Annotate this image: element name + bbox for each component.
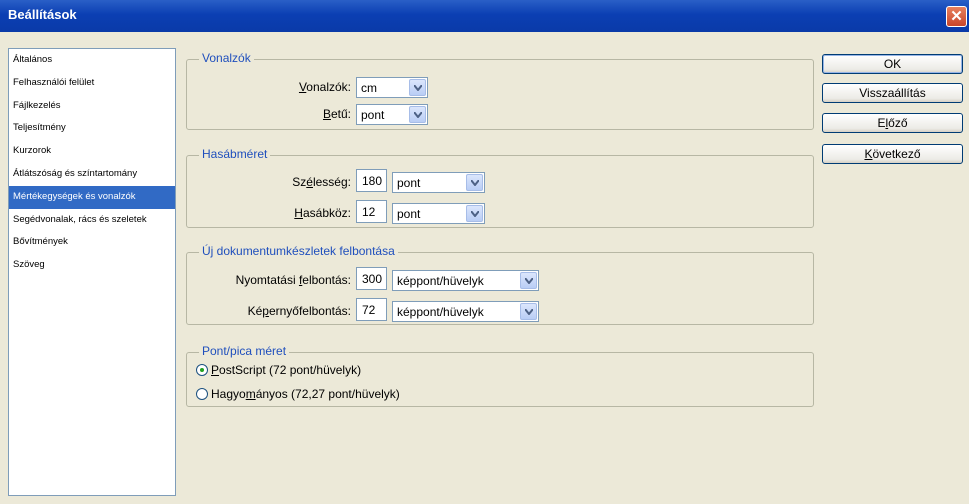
chevron-down-icon[interactable]: [409, 79, 426, 96]
print-resolution-input[interactable]: 300: [356, 267, 387, 290]
gutter-input[interactable]: 12: [356, 200, 387, 223]
print-resolution-unit-select[interactable]: képpont/hüvelyk: [392, 270, 539, 291]
print-resolution-label: Nyomtatási felbontás:: [235, 273, 351, 287]
chevron-down-icon[interactable]: [466, 205, 483, 222]
screen-resolution-unit-value: képpont/hüvelyk: [397, 305, 484, 319]
sidebar-item-type[interactable]: Szöveg: [9, 254, 175, 277]
width-label: Szélesség:: [292, 175, 351, 189]
traditional-radio-label[interactable]: Hagyományos (72,27 pont/hüvelyk): [211, 387, 400, 401]
print-resolution-unit-value: képpont/hüvelyk: [397, 274, 484, 288]
ok-button[interactable]: OK: [822, 54, 963, 74]
chevron-down-icon[interactable]: [466, 174, 483, 191]
type-unit-select[interactable]: pont: [356, 104, 428, 125]
next-button[interactable]: Következő: [822, 144, 963, 164]
gutter-label: Hasábköz:: [294, 206, 351, 220]
screen-resolution-value: 72: [362, 303, 376, 317]
type-label: Betű:: [322, 107, 351, 121]
postscript-radio-label[interactable]: PostScript (72 pont/hüvelyk): [211, 363, 361, 377]
sidebar-item-cursors[interactable]: Kurzorok: [9, 140, 175, 163]
radio-checked-dot: [200, 368, 204, 372]
rulers-unit-value: cm: [361, 81, 377, 95]
sidebar-item-plugins[interactable]: Bővítmények: [9, 231, 175, 254]
sidebar-item-transparency-gamut[interactable]: Átlátszóság és színtartomány: [9, 163, 175, 186]
type-unit-value: pont: [361, 108, 385, 122]
column-width-unit-select[interactable]: pont: [392, 172, 485, 193]
gutter-unit-value: pont: [397, 207, 421, 221]
rulers-label: Vonalzók:: [298, 80, 351, 94]
sidebar-item-units-rulers[interactable]: Mértékegységek és vonalzók: [9, 185, 175, 209]
column-width-value: 180: [362, 174, 383, 188]
column-width-unit-value: pont: [397, 176, 421, 190]
screen-resolution-label: Képernyőfelbontás:: [247, 304, 351, 318]
sidebar-item-file-handling[interactable]: Fájlkezelés: [9, 95, 175, 118]
rulers-unit-select[interactable]: cm: [356, 77, 428, 98]
print-resolution-value: 300: [362, 272, 383, 286]
sidebar-item-performance[interactable]: Teljesítmény: [9, 117, 175, 140]
column-width-input[interactable]: 180: [356, 169, 387, 192]
gutter-value: 12: [362, 205, 376, 219]
close-button[interactable]: ✕: [946, 6, 967, 27]
rulers-group-title: Vonalzók: [199, 51, 254, 65]
sidebar-item-guides-grid-slices[interactable]: Segédvonalak, rács és szeletek: [9, 209, 175, 232]
window-title: Beállítások: [8, 7, 77, 22]
sidebar-item-general[interactable]: Általános: [9, 49, 175, 72]
gutter-unit-select[interactable]: pont: [392, 203, 485, 224]
chevron-down-icon[interactable]: [409, 106, 426, 123]
sidebar-item-interface[interactable]: Felhasználói felület: [9, 72, 175, 95]
column-size-group-title: Hasábméret: [199, 147, 271, 161]
screen-resolution-input[interactable]: 72: [356, 298, 387, 321]
title-bar: Beállítások ✕: [0, 0, 969, 32]
point-pica-group-title: Pont/pica méret: [199, 344, 290, 358]
traditional-radio[interactable]: [196, 388, 208, 400]
screen-resolution-unit-select[interactable]: képpont/hüvelyk: [392, 301, 539, 322]
preferences-category-list[interactable]: Általános Felhasználói felület Fájlkezel…: [8, 48, 176, 496]
previous-button[interactable]: Előző: [822, 113, 963, 133]
new-document-preset-group-title: Új dokumentumkészletek felbontása: [199, 244, 398, 258]
chevron-down-icon[interactable]: [520, 303, 537, 320]
reset-button[interactable]: Visszaállítás: [822, 83, 963, 103]
postscript-radio[interactable]: [196, 364, 208, 376]
chevron-down-icon[interactable]: [520, 272, 537, 289]
